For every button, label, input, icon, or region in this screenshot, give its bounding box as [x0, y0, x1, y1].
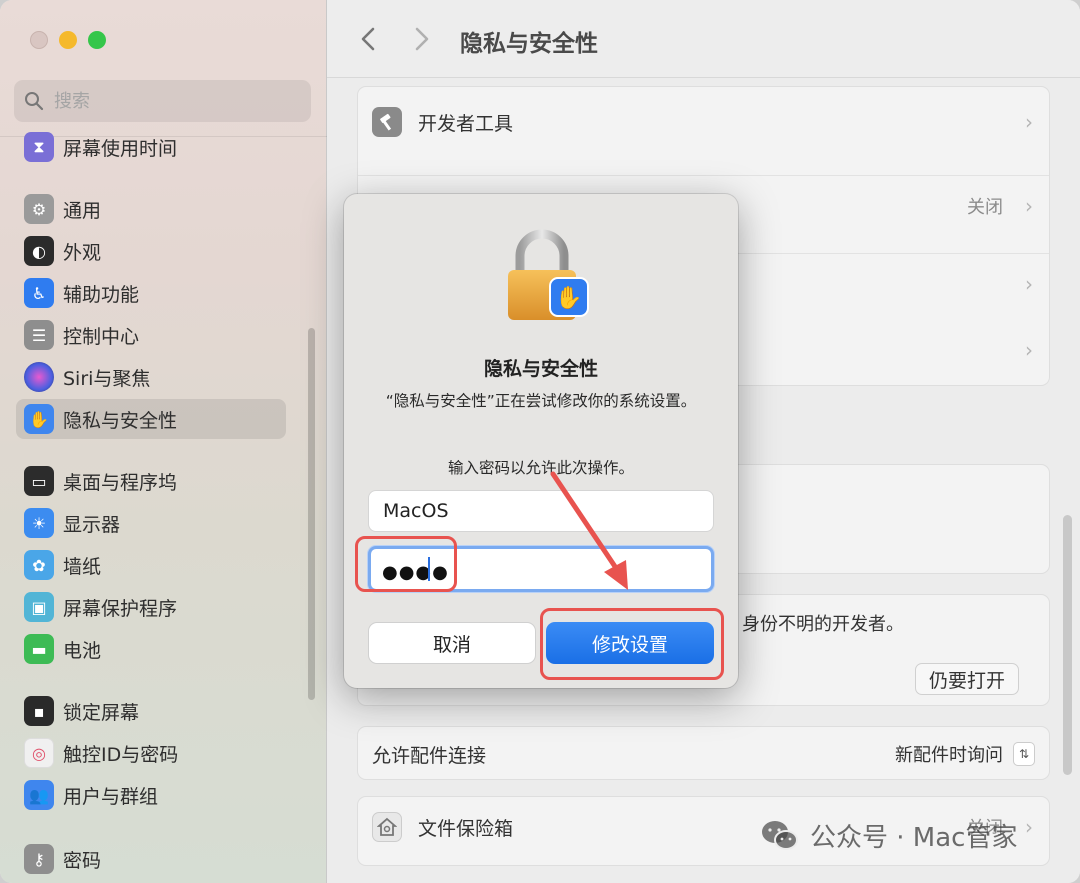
- row-label: 允许配件连接: [372, 744, 487, 767]
- toolbar: 隐私与安全性: [327, 0, 1080, 78]
- svg-text:✋: ✋: [555, 285, 582, 311]
- sidebar-item-lock-screen[interactable]: ▪ 锁定屏幕: [16, 691, 286, 731]
- minimize-window-button[interactable]: [59, 31, 77, 49]
- zoom-window-button[interactable]: [88, 31, 106, 49]
- sidebar-item-appearance[interactable]: ◐ 外观: [16, 231, 286, 271]
- key-icon: ⚷: [24, 844, 54, 874]
- sidebar-item-label: 触控ID与密码: [63, 743, 179, 766]
- forward-button[interactable]: [407, 24, 437, 54]
- page-title: 隐私与安全性: [460, 31, 598, 57]
- sidebar-scrollbar[interactable]: [308, 328, 315, 700]
- hammer-icon: [372, 107, 402, 137]
- house-icon: [372, 812, 402, 842]
- sidebar-item-label: 外观: [63, 241, 102, 264]
- sidebar-item-general[interactable]: ⚙ 通用: [16, 189, 286, 229]
- back-button[interactable]: [353, 24, 383, 54]
- appearance-icon: ◐: [24, 236, 54, 266]
- flower-icon: ✿: [24, 550, 54, 580]
- sidebar-item-passwords[interactable]: ⚷ 密码: [16, 839, 286, 879]
- dialog-title: 隐私与安全性: [483, 358, 598, 380]
- sidebar-item-label: Siri与聚焦: [63, 367, 151, 390]
- search-box[interactable]: [14, 80, 311, 122]
- row-label: 开发者工具: [418, 112, 514, 135]
- search-icon: [25, 92, 44, 111]
- lock-screen-icon: ▪: [24, 696, 54, 726]
- watermark-text: 公众号 · Mac管家: [810, 823, 1018, 853]
- sidebar-item-label: 辅助功能: [63, 283, 140, 306]
- gear-icon: ⚙: [24, 194, 54, 224]
- accessory-select-value[interactable]: 新配件时询问: [895, 741, 1003, 767]
- row-allow-accessories[interactable]: 允许配件连接 新配件时询问 ⇅: [358, 727, 1049, 781]
- sidebar-item-control-center[interactable]: ☰ 控制中心: [16, 315, 286, 355]
- dock-icon: ▭: [24, 466, 54, 496]
- users-icon: 👥: [24, 780, 54, 810]
- hand-icon: ✋: [24, 404, 54, 434]
- window-controls: [30, 31, 106, 49]
- sidebar: ⧗ 屏幕使用时间 ⚙ 通用 ◐ 外观 ♿ 辅助功能 ☰ 控制中心 Siri与聚焦…: [0, 0, 327, 883]
- close-window-button[interactable]: [30, 31, 48, 49]
- sun-icon: ☀: [24, 508, 54, 538]
- chevron-right-icon: ›: [1025, 110, 1033, 134]
- search-input[interactable]: [54, 90, 274, 112]
- open-anyway-button[interactable]: 仍要打开: [915, 663, 1019, 695]
- cancel-button[interactable]: 取消: [368, 622, 536, 664]
- chevron-right-icon: ›: [1025, 194, 1033, 218]
- dialog-prompt: 输入密码以允许此次操作。: [447, 459, 634, 477]
- sidebar-item-label: 电池: [63, 639, 102, 662]
- sidebar-item-siri[interactable]: Siri与聚焦: [16, 357, 286, 397]
- sidebar-item-label: 密码: [63, 849, 102, 872]
- sidebar-item-label: 控制中心: [63, 325, 140, 348]
- sidebar-item-users-groups[interactable]: 👥 用户与群组: [16, 775, 286, 815]
- sidebar-item-label: 显示器: [63, 513, 121, 536]
- chevron-right-icon: ›: [1025, 815, 1033, 839]
- chevron-left-icon: [361, 27, 375, 51]
- sidebar-item-screensaver[interactable]: ▣ 屏幕保护程序: [16, 587, 286, 627]
- sidebar-item-label: 屏幕使用时间: [63, 137, 178, 160]
- sidebar-item-label: 墙纸: [63, 555, 102, 578]
- updown-chevron-icon[interactable]: ⇅: [1013, 742, 1035, 766]
- unknown-developer-text: 身份不明的开发者。: [742, 614, 904, 635]
- hourglass-icon: ⧗: [24, 132, 54, 162]
- confirm-highlight-box: [540, 608, 724, 680]
- dialog-message: “隐私与安全性”正在尝试修改你的系统设置。: [385, 392, 697, 410]
- fingerprint-icon: ◎: [24, 738, 54, 768]
- sidebar-item-desktop-dock[interactable]: ▭ 桌面与程序坞: [16, 461, 286, 501]
- row-value: 关闭: [967, 197, 1003, 218]
- sidebar-item-accessibility[interactable]: ♿ 辅助功能: [16, 273, 286, 313]
- lock-icon: ✋: [508, 229, 589, 320]
- chevron-right-icon: ›: [1025, 338, 1033, 362]
- siri-icon: [24, 362, 54, 392]
- screensaver-icon: ▣: [24, 592, 54, 622]
- sidebar-item-wallpaper[interactable]: ✿ 墙纸: [16, 545, 286, 585]
- sidebar-item-screen-time[interactable]: ⧗ 屏幕使用时间: [16, 127, 286, 167]
- sidebar-item-touch-id[interactable]: ◎ 触控ID与密码: [16, 733, 286, 773]
- watermark: 公众号 · Mac管家: [760, 817, 1017, 854]
- wechat-icon: [762, 820, 798, 850]
- battery-icon: ▬: [24, 634, 54, 664]
- sidebar-item-label: 桌面与程序坞: [63, 471, 178, 494]
- sidebar-item-label: 锁定屏幕: [63, 701, 140, 724]
- sidebar-item-displays[interactable]: ☀ 显示器: [16, 503, 286, 543]
- system-settings-window: ⧗ 屏幕使用时间 ⚙ 通用 ◐ 外观 ♿ 辅助功能 ☰ 控制中心 Siri与聚焦…: [0, 0, 1080, 883]
- settings-card-accessories: 允许配件连接 新配件时询问 ⇅: [357, 726, 1050, 780]
- row-developer-tools[interactable]: 开发者工具 ›: [358, 87, 1049, 157]
- password-highlight-box: [355, 536, 457, 592]
- control-center-icon: ☰: [24, 320, 54, 350]
- chevron-right-icon: ›: [1025, 272, 1033, 296]
- sidebar-item-label: 通用: [63, 199, 102, 222]
- accessibility-icon: ♿: [24, 278, 54, 308]
- sidebar-item-battery[interactable]: ▬ 电池: [16, 629, 286, 669]
- row-label: 文件保险箱: [418, 817, 514, 840]
- main-scrollbar[interactable]: [1063, 515, 1072, 775]
- sidebar-item-label: 隐私与安全性: [63, 409, 178, 432]
- chevron-right-icon: [415, 27, 429, 51]
- sidebar-item-label: 用户与群组: [63, 785, 159, 808]
- username-field[interactable]: [368, 490, 714, 532]
- sidebar-item-privacy-security[interactable]: ✋ 隐私与安全性: [16, 399, 286, 439]
- sidebar-item-label: 屏幕保护程序: [63, 597, 178, 620]
